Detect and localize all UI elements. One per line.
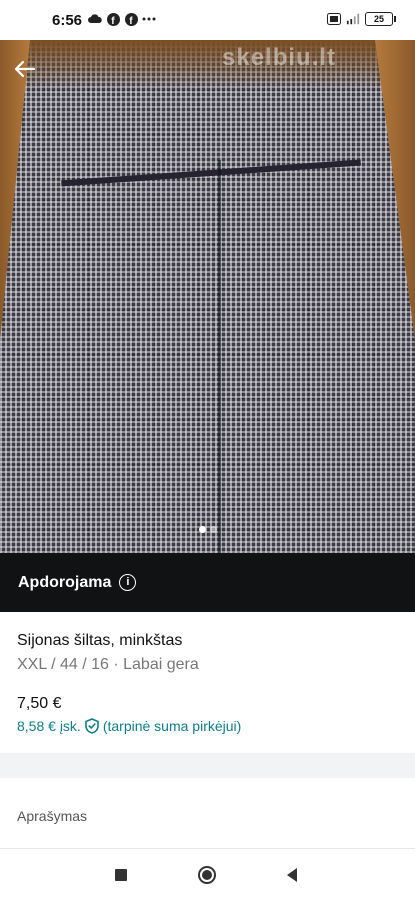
back-button[interactable] [10, 56, 40, 82]
square-icon [115, 869, 127, 881]
circle-icon [198, 866, 216, 884]
facebook-icon: f [106, 12, 120, 26]
facebook-icon: f [124, 12, 138, 26]
price-with-protection[interactable]: 8,58 € įsk. (tarpinė suma pirkėjui) [17, 718, 241, 734]
photo-background-right [375, 40, 415, 340]
item-price: 7,50 € [17, 695, 62, 712]
battery-icon: 25 [365, 12, 396, 26]
info-icon[interactable]: i [119, 574, 137, 591]
item-meta: XXL / 44 / 16 · Labai gera [17, 656, 199, 673]
recents-button[interactable] [110, 864, 132, 886]
watermark: skelbiu.lt [222, 44, 337, 71]
item-title: Sijonas šiltas, minkštas [17, 632, 183, 649]
more-dots-icon [142, 12, 156, 26]
status-banner-label: Apdorojama [18, 573, 112, 591]
gallery-dot-active[interactable] [198, 526, 206, 533]
back-nav-button[interactable] [281, 864, 303, 886]
system-nav-bar [0, 850, 415, 900]
arrow-left-icon [14, 60, 36, 78]
photo-background-left [0, 40, 30, 340]
skirt-seam [218, 160, 221, 553]
triangle-left-icon [287, 868, 297, 882]
product-photo[interactable] [0, 40, 415, 553]
shield-check-icon [85, 718, 99, 734]
gallery-pagination [0, 526, 415, 533]
description-heading: Aprašymas [17, 808, 88, 824]
gallery-dot[interactable] [209, 526, 217, 533]
price-incl-value: 8,58 € įsk. [17, 718, 81, 734]
divider [0, 848, 415, 849]
cloud-icon [88, 12, 102, 26]
status-time: 6:56 [52, 12, 83, 29]
status-icons-left: f f [88, 12, 156, 26]
volte-icon [327, 12, 341, 26]
section-separator [0, 753, 415, 778]
photo-background [0, 40, 415, 90]
home-button[interactable] [196, 864, 218, 886]
price-note: (tarpinė suma pirkėjui) [102, 718, 242, 734]
status-banner: Apdorojama i [0, 553, 415, 612]
status-icons-right: 25 [327, 12, 396, 26]
signal-icon [346, 12, 360, 26]
status-bar: 6:56 f f 25 [0, 0, 415, 40]
skirt-waistband [59, 129, 361, 187]
